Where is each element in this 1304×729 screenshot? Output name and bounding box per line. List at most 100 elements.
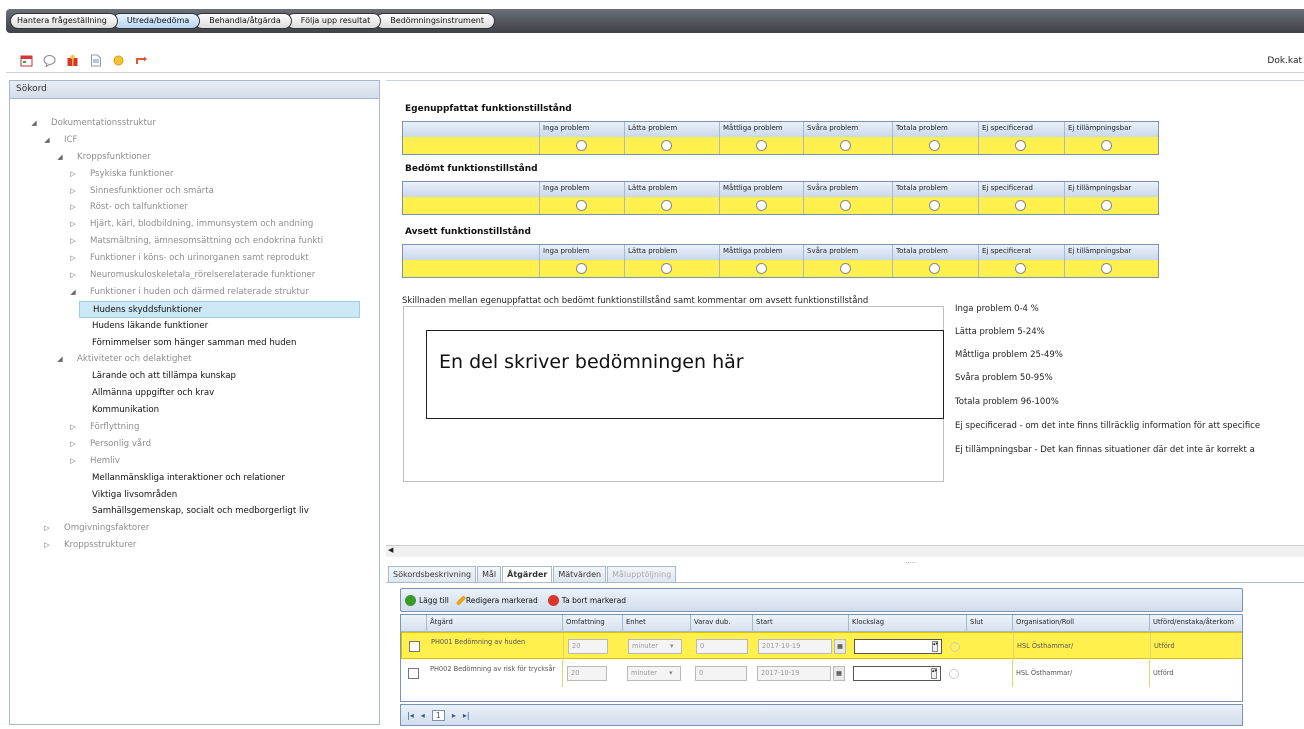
tree-item[interactable]: ▷ Hemliv [10,453,379,470]
rating-radio[interactable] [576,200,587,211]
omfattning-input[interactable]: 20 [567,666,607,681]
tree-item[interactable]: ▷ Kroppsstrukturer [10,537,379,554]
rating-radio[interactable] [929,200,940,211]
expand-arrow-icon[interactable]: ◢ [30,115,38,131]
expand-arrow-icon[interactable]: ▷ [69,419,77,435]
tab-2[interactable]: Åtgärder [502,566,553,582]
tree-item[interactable]: ▷ Röst- och talfunktioner [10,199,379,216]
rating-radio[interactable] [1101,140,1112,151]
rating-radio[interactable] [756,200,767,211]
rating-radio[interactable] [1015,200,1026,211]
delete-button[interactable]: Ta bort markerad [547,594,626,606]
rating-radio[interactable] [661,140,672,151]
start-date-input[interactable]: 2017-10-19 [758,639,832,654]
breadcrumb-item[interactable]: Utreda/bedöma [111,13,201,29]
klockslag-input[interactable] [854,639,942,654]
chat-icon[interactable] [43,54,56,68]
tab-4[interactable]: Målupptöljning [607,566,677,582]
rating-radio[interactable] [576,263,587,274]
expand-arrow-icon[interactable]: ▷ [69,453,77,469]
gift-icon[interactable] [66,54,79,67]
sun-icon[interactable] [112,54,125,67]
splitter-grip[interactable]: ..... [905,557,916,565]
add-button[interactable]: Lägg till [405,594,449,606]
expand-arrow-icon[interactable]: ▷ [69,166,77,182]
row-checkbox[interactable] [408,668,419,679]
expand-arrow-icon[interactable]: ◢ [56,149,64,165]
tree-item[interactable]: ◢ ICF [10,132,379,149]
tree-item[interactable]: ▷ Förflyttning [10,419,379,436]
varav-input[interactable]: 0 [695,666,747,681]
dropdown-arrow-icon[interactable]: ▾ [669,669,673,677]
expand-arrow-icon[interactable]: ▷ [43,520,51,536]
expand-arrow-icon[interactable]: ▷ [69,199,77,215]
row-checkbox[interactable] [409,641,420,652]
tree-item[interactable]: ◢ Kroppsfunktioner [10,149,379,166]
expand-arrow-icon[interactable]: ▷ [69,267,77,283]
rating-radio[interactable] [929,140,940,151]
edit-button[interactable]: Redigera markerad [455,594,538,606]
time-spinner-icon[interactable]: ▴▾ [932,641,938,652]
breadcrumb-item[interactable]: Bedömningsinstrument [375,13,495,29]
tree-item[interactable]: Förnimmelser som hänger samman med huden [10,335,379,352]
calendar-icon[interactable] [20,54,33,67]
expand-arrow-icon[interactable]: ◢ [69,284,77,300]
table-row[interactable]: PH001 Bedömning av huden 20 minuter ▾ 0 2017-… [401,632,1242,660]
time-spinner-icon[interactable]: ▴▾ [931,668,937,679]
dropdown-arrow-icon[interactable]: ▾ [670,642,674,650]
table-row[interactable]: PH002 Bedömning av risk för trycksår 20 mi… [401,660,1242,687]
tree-item[interactable]: ◢ Dokumentationsstruktur [10,115,379,132]
main-horizontal-scrollbar[interactable]: ◀ [386,545,1304,557]
tree-item[interactable]: Lärande och att tillämpa kunskap [10,368,379,385]
tree-item[interactable]: Kommunikation [10,402,379,419]
klockslag-input[interactable] [853,666,941,681]
expand-arrow-icon[interactable]: ▷ [69,183,77,199]
expand-arrow-icon[interactable]: ▷ [69,216,77,232]
rating-radio[interactable] [1101,263,1112,274]
calendar-icon[interactable]: ▦ [833,666,845,681]
tree-item[interactable]: ▷ Matsmältning, ämnesomsättning och endok… [10,233,379,250]
rating-radio[interactable] [576,140,587,151]
dok-kat-label[interactable]: Dok.kat [1267,56,1302,66]
clock-icon[interactable] [950,642,960,652]
tree-item[interactable]: Allmänna uppgifter och krav [10,385,379,402]
rating-radio[interactable] [1015,263,1026,274]
tab-3[interactable]: Mätvärden [553,566,607,582]
tree-item[interactable]: Mellanmänskliga interaktioner och relati… [10,470,379,487]
tree-item[interactable]: ◢ Funktioner i huden och därmed relaterad… [10,284,379,301]
breadcrumb-item[interactable]: Följa upp resultat [285,13,382,29]
rating-radio[interactable] [840,263,851,274]
expand-arrow-icon[interactable]: ◢ [56,351,64,367]
next-page-icon[interactable]: ▸ [452,711,456,720]
rating-radio[interactable] [661,200,672,211]
page-number[interactable]: 1 [431,709,445,721]
start-date-input[interactable]: 2017-10-19 [757,666,831,681]
calendar-icon[interactable]: ▦ [834,639,846,654]
expand-arrow-icon[interactable]: ◢ [43,132,51,148]
tree-item[interactable]: Samhällsgemenskap, socialt och medborger… [10,503,379,520]
last-page-icon[interactable]: ▸| [463,711,470,720]
breadcrumb-item[interactable]: Hantera frågeställning [10,13,118,29]
tree-item[interactable]: ◢ Aktiviteter och delaktighet [10,351,379,368]
tab-1[interactable]: Mål [477,566,502,582]
refresh-icon[interactable] [135,54,148,67]
tree-item[interactable]: Hudens läkande funktioner [10,318,379,335]
expand-arrow-icon[interactable]: ▷ [69,250,77,266]
rating-radio[interactable] [661,263,672,274]
clock-icon[interactable] [949,669,959,679]
rating-radio[interactable] [929,263,940,274]
prev-page-icon[interactable]: ◂ [421,711,425,720]
tree-item[interactable]: ▷ Personlig vård [10,436,379,453]
tree-item[interactable]: ▷ Hjärt, kärl, blodbildning, immunsystem … [10,216,379,233]
tree-item[interactable]: ▷ Neuromuskuloskeletala_rörelserelaterade… [10,267,379,284]
omfattning-input[interactable]: 20 [568,639,608,654]
tab-0[interactable]: Sökordsbeskrivning [388,566,477,582]
tree-item[interactable]: ▷ Sinnesfunktioner och smärta [10,183,379,200]
first-page-icon[interactable]: |◂ [407,711,414,720]
tree-item[interactable]: ▷ Psykiska funktioner [10,166,379,183]
tree-item[interactable]: Hudens skyddsfunktioner [79,300,360,318]
rating-radio[interactable] [840,200,851,211]
document-icon[interactable] [89,54,102,67]
rating-radio[interactable] [1015,140,1026,151]
tree-item[interactable]: ▷ Funktioner i köns- och urinorganen samt… [10,250,379,267]
